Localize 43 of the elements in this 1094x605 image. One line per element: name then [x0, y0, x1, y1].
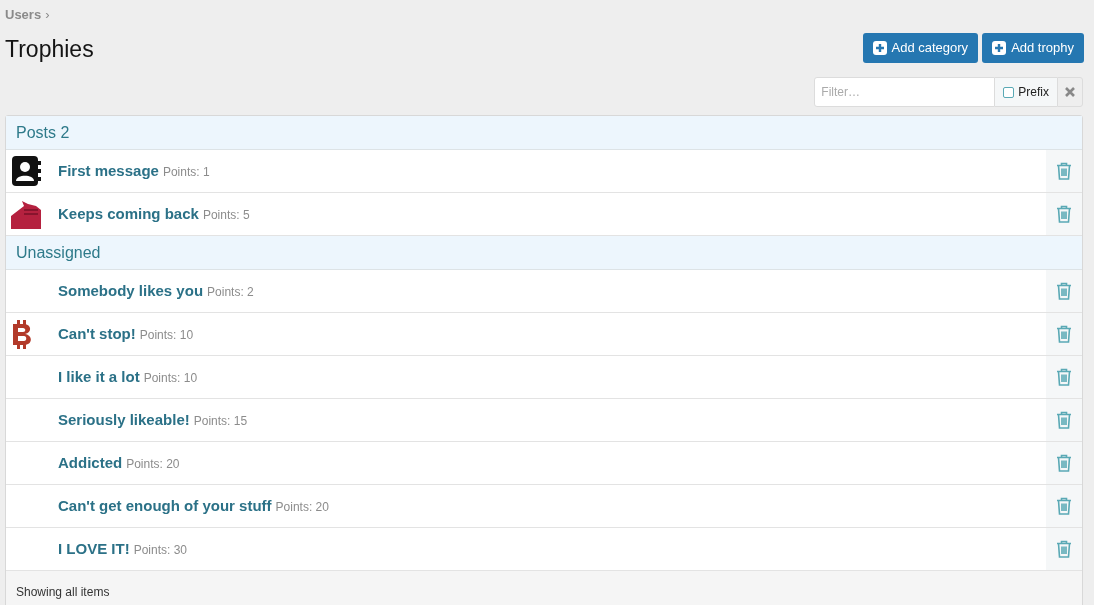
- trophy-points: Points: 15: [193, 412, 248, 430]
- page-title: Trophies: [5, 34, 94, 64]
- trash-icon[interactable]: [1056, 540, 1072, 558]
- trash-icon[interactable]: [1056, 368, 1072, 386]
- trash-icon[interactable]: [1056, 497, 1072, 515]
- close-icon: [1065, 87, 1075, 97]
- trophy-link[interactable]: I like it a lot: [58, 365, 140, 389]
- trophy-link[interactable]: Seriously likeable!: [58, 408, 190, 432]
- breadcrumb-separator: ›: [45, 6, 50, 24]
- bitcoin-icon: [10, 318, 34, 350]
- add-button[interactable]: Add category: [862, 32, 979, 63]
- trophy-points: Points: 1: [162, 163, 210, 181]
- trophy-link[interactable]: Can't get enough of your stuff: [58, 494, 272, 518]
- trophy-link[interactable]: Somebody likes you: [58, 279, 204, 303]
- trash-icon[interactable]: [1056, 205, 1072, 223]
- trash-icon[interactable]: [1056, 282, 1072, 300]
- trophy-points: Points: 20: [126, 455, 180, 473]
- trash-icon[interactable]: [1056, 454, 1072, 472]
- trophy-points: Points: 2: [207, 283, 254, 301]
- trophy-points: Points: 20: [275, 498, 329, 516]
- trash-icon[interactable]: [1056, 162, 1072, 180]
- trophy-link[interactable]: Keeps coming back: [58, 202, 199, 226]
- trophy-link[interactable]: Can't stop!: [58, 322, 136, 346]
- plus-square-icon: [992, 40, 1007, 55]
- list-footer: Showing all items: [6, 571, 1082, 605]
- trophy-points: Points: 30: [133, 541, 188, 559]
- clear-filter-button[interactable]: [1057, 77, 1083, 107]
- category-header: Posts 2: [6, 116, 1082, 150]
- trophy-points: Points: 10: [143, 369, 198, 387]
- prefix-checkbox[interactable]: Prefix: [995, 77, 1057, 107]
- trophy-link[interactable]: I LOVE IT!: [58, 537, 130, 561]
- breadcrumb-link[interactable]: Users: [5, 5, 42, 25]
- trophy-link[interactable]: Addicted: [58, 451, 123, 475]
- plus-square-icon: [872, 40, 887, 55]
- trophy-link[interactable]: First message: [58, 159, 159, 183]
- address-book-icon: [10, 155, 42, 187]
- filter-field[interactable]: Filter…: [814, 77, 996, 107]
- trophy-points: Points: 10: [139, 326, 194, 344]
- trash-icon[interactable]: [1056, 325, 1072, 343]
- add-button[interactable]: Add trophy: [982, 32, 1084, 63]
- category-header: Unassigned: [6, 236, 1082, 270]
- trash-icon[interactable]: [1056, 411, 1072, 429]
- trophy-points: Points: 5: [202, 206, 250, 224]
